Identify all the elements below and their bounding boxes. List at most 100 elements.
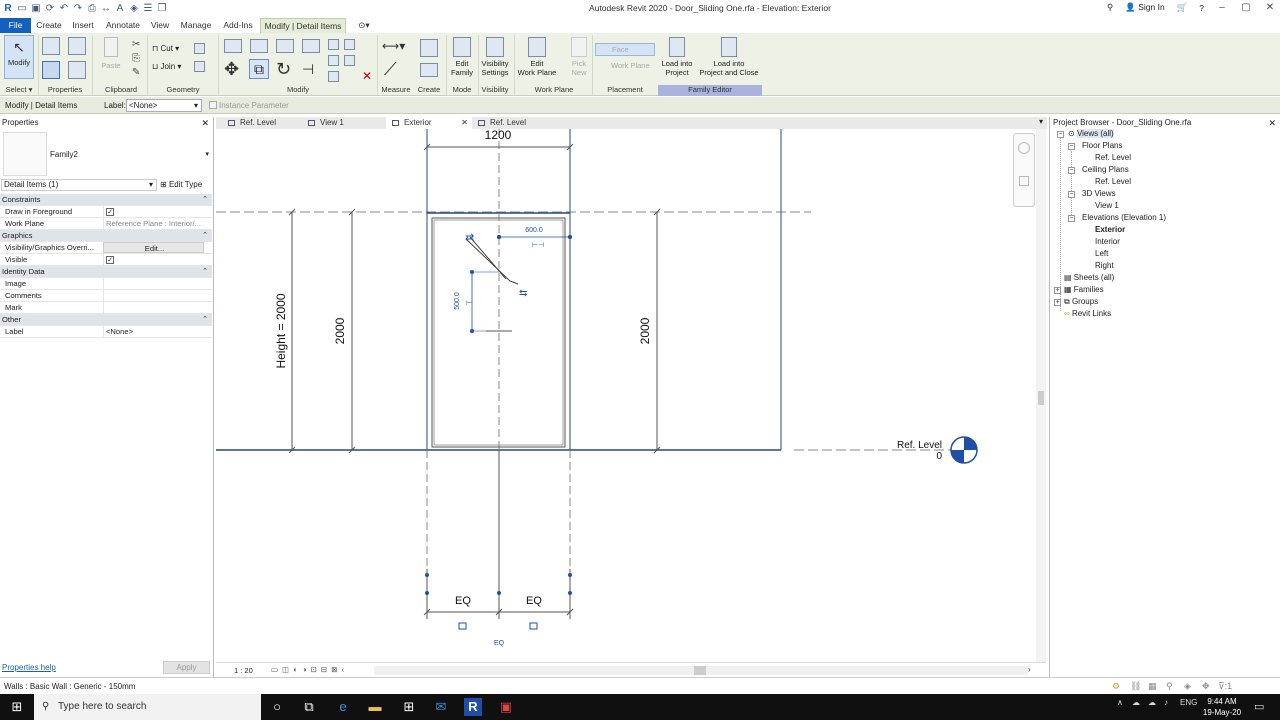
tab-modify-detail-items[interactable]: Modify | Detail Items <box>260 18 346 33</box>
network-icon[interactable]: ☁ <box>1148 698 1156 707</box>
align-icon[interactable] <box>224 39 242 53</box>
tab-annotate[interactable]: Annotate <box>102 18 144 33</box>
property-row[interactable]: Visible ✓ <box>0 254 212 266</box>
tree-revit-links[interactable]: ∞ Revit Links <box>1064 309 1111 319</box>
eq-toggle-left-icon[interactable] <box>458 622 467 630</box>
property-row[interactable]: Work Plane Reference Plane : Interior/... <box>0 218 212 230</box>
binoculars-icon[interactable]: ⚲ <box>1107 2 1113 13</box>
visibility-settings-button[interactable]: Visibility Settings <box>478 37 512 77</box>
edit-type-button[interactable]: ⊞ Edit Type <box>160 179 202 191</box>
onedrive-icon[interactable]: ☁ <box>1132 698 1140 707</box>
flip-control-icon[interactable]: ⇆ <box>519 288 527 299</box>
tree-views-all[interactable]: ⊙ Views (all) <box>1068 129 1114 139</box>
volume-icon[interactable]: ♪ <box>1164 698 1168 707</box>
property-value[interactable]: ✓ <box>103 254 204 265</box>
move-icon[interactable]: ✥ <box>224 59 239 79</box>
tree-interior[interactable]: Interior <box>1095 237 1120 247</box>
copy-icon[interactable]: ⎘ <box>132 53 140 64</box>
view-scale[interactable]: 1 : 20 <box>234 666 253 675</box>
view-tab-ref-level[interactable]: Ref. Level <box>222 117 290 129</box>
temp-dimension-600-text[interactable]: 600.0 <box>525 227 543 234</box>
select-pinned-icon[interactable]: ⚲ <box>1166 681 1173 692</box>
tree-floor-plans[interactable]: Floor Plans <box>1082 141 1122 151</box>
mirror-axis-icon[interactable] <box>276 39 294 53</box>
sign-in-label[interactable]: Sign In <box>1138 2 1164 12</box>
expand-toggle-icon[interactable]: + <box>1054 287 1061 294</box>
match-props-icon[interactable]: ✎ <box>132 67 140 78</box>
sync-icon[interactable]: ⟳ <box>44 3 56 15</box>
properties-filter-dropdown[interactable]: Detail Items (1) ▾ <box>1 179 157 191</box>
property-row[interactable]: Mark <box>0 302 212 314</box>
type-selector-dropdown-icon[interactable]: ▾ <box>205 150 209 158</box>
level-elevation-text[interactable]: 0 <box>936 451 942 462</box>
close-tab-icon[interactable]: ✕ <box>461 117 468 129</box>
close-window-button[interactable]: ✕ <box>1264 2 1276 13</box>
tab-view[interactable]: View <box>148 18 172 33</box>
elevation-drawing[interactable]: 1200 Height = 2000 2000 2000 ⇄ ⇆ 600.0 ⊢… <box>216 129 1046 662</box>
modify-button[interactable]: ↖ Modify <box>4 35 34 79</box>
cut-icon[interactable]: ✂ <box>132 39 140 50</box>
geometry-tool-1-icon[interactable] <box>194 43 205 54</box>
minimize-button[interactable]: – <box>1216 2 1228 13</box>
tree-right[interactable]: Right <box>1095 261 1114 271</box>
property-group-header[interactable]: Graphics ⌃ <box>0 230 212 242</box>
property-row[interactable]: Draw in Foreground ✓ <box>0 206 212 218</box>
pick-new-button[interactable]: Pick New <box>566 37 592 77</box>
close-icon[interactable]: ✕ <box>1268 117 1276 129</box>
taskbar-search-box[interactable]: ⚲ Type here to search <box>34 694 261 720</box>
property-checkbox[interactable]: ✓ <box>106 208 114 216</box>
tree-3d-views[interactable]: 3D Views <box>1082 189 1116 199</box>
label-select[interactable]: <None> ▾ <box>126 99 202 112</box>
tree-ceiling-plan-ref-level[interactable]: Ref. Level <box>1095 177 1131 187</box>
redo-icon[interactable]: ↷ <box>72 3 84 15</box>
level-name-text[interactable]: Ref. Level <box>897 440 942 451</box>
dimension-1200-text[interactable]: 1200 <box>485 129 512 142</box>
view-tabs-menu-icon[interactable]: ▾ <box>1039 117 1043 126</box>
eq-right-text[interactable]: EQ <box>526 595 542 607</box>
taskbar-clock[interactable]: 9:44 AM 19-May-20 <box>1196 696 1248 718</box>
property-checkbox[interactable]: ✓ <box>106 256 114 264</box>
dimension-right-2000-text[interactable]: 2000 <box>638 317 652 344</box>
property-group-header[interactable]: Constraints ⌃ <box>0 194 212 206</box>
tree-groups[interactable]: ⧉ Groups <box>1064 297 1098 307</box>
aligned-dimension-icon[interactable]: ⟷▾ <box>382 39 405 53</box>
handle-detail-line[interactable] <box>465 238 511 282</box>
select-underlay-icon[interactable]: ▦ <box>1148 681 1157 692</box>
undo-icon[interactable]: ↶ <box>58 3 70 15</box>
paste-button[interactable]: Paste <box>100 37 122 70</box>
tree-ceiling-plans[interactable]: Ceiling Plans <box>1082 165 1129 175</box>
maximize-button[interactable]: ▢ <box>1240 2 1252 13</box>
copy-tool-icon[interactable]: ⧉ <box>249 59 269 79</box>
property-value[interactable]: <None> <box>103 326 204 337</box>
offset-icon[interactable] <box>250 39 268 53</box>
eq-bottom-text[interactable]: EQ <box>494 640 505 647</box>
close-icon[interactable]: ✕ <box>201 117 209 129</box>
file-explorer-icon[interactable]: ▬ <box>366 698 384 716</box>
load-into-project-button[interactable]: Load into Project <box>659 37 695 77</box>
property-value[interactable]: Reference Plane : Interior/... <box>103 218 204 229</box>
tree-elevations[interactable]: Elevations (Elevation 1) <box>1082 213 1166 223</box>
select-links-icon[interactable]: ⛓ <box>1130 681 1141 692</box>
edit-work-plane-button[interactable]: Edit Work Plane <box>515 37 559 77</box>
properties-icon[interactable] <box>42 61 60 79</box>
collapse-group-icon[interactable]: ⌃ <box>202 314 208 326</box>
thin-lines-icon[interactable]: ☰ <box>142 3 154 15</box>
tree-floor-plan-ref-level[interactable]: Ref. Level <box>1095 153 1131 163</box>
properties-help-link[interactable]: Properties help <box>2 663 56 672</box>
apply-button[interactable]: Apply <box>163 661 210 674</box>
store-icon[interactable]: ⊞ <box>400 698 418 716</box>
user-icon[interactable]: 👤 Sign In <box>1125 2 1164 13</box>
measure-icon[interactable]: ↔ <box>100 3 112 15</box>
3d-view-icon[interactable]: ◈ <box>128 3 140 15</box>
temp-dimension-500-text[interactable]: 500.0 <box>454 292 461 310</box>
dimension-height-text[interactable]: Height = 2000 <box>274 293 288 368</box>
notifications-icon[interactable]: ▭ <box>1254 700 1264 713</box>
mirror-draw-icon[interactable] <box>302 39 320 53</box>
filter-icon[interactable]: ⊽:1 <box>1218 681 1232 692</box>
eq-left-text[interactable]: EQ <box>455 595 471 607</box>
text-icon[interactable]: A <box>114 3 126 15</box>
trim-extend-icon[interactable]: ⊣ <box>302 59 314 79</box>
worksharing-icon[interactable]: ⚙ <box>1112 681 1120 692</box>
cortana-icon[interactable]: ○ <box>268 698 286 716</box>
view-tab-ref-level-2[interactable]: Ref. Level <box>472 117 546 129</box>
